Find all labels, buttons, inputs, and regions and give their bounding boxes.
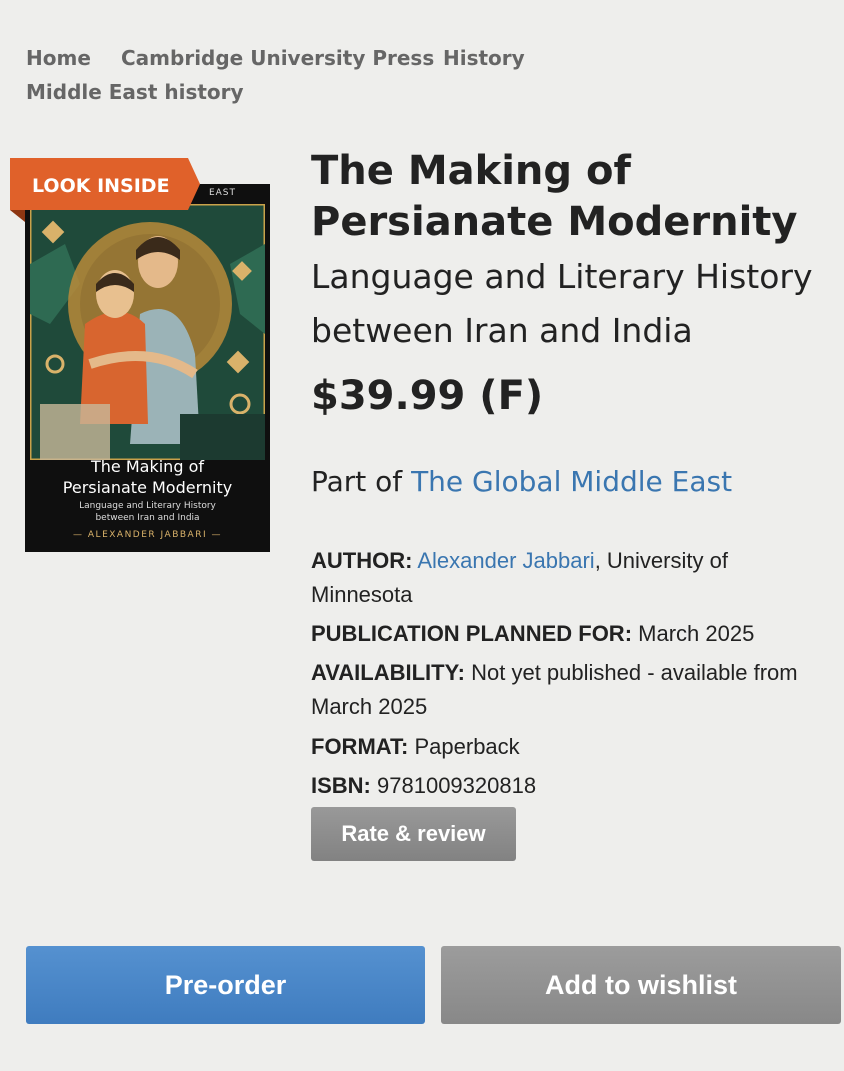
author-affiliation: , University of [594,548,728,573]
add-to-wishlist-button[interactable]: Add to wishlist [441,946,841,1024]
availability-value-2: March 2025 [311,694,428,719]
format-value: Paperback [414,734,520,759]
cover-title: The Making of Persianate Modernity [25,456,270,498]
cover-artwork [30,204,265,460]
breadcrumb-home[interactable]: Home [26,46,91,70]
pre-order-button[interactable]: Pre-order [26,946,425,1024]
availability-detail: AVAILABILITY: Not yet published - availa… [311,656,831,724]
breadcrumb-middle-east-history[interactable]: Middle East history [26,80,244,104]
isbn-label: ISBN: [311,773,371,798]
book-cover[interactable]: EAST The Making of Persianate Modernity … [25,184,270,552]
subtitle-line-1: Language and Literary History [311,257,813,296]
publication-label: PUBLICATION PLANNED FOR: [311,621,633,646]
cover-title-line-1: The Making of [91,457,204,476]
look-inside-label: LOOK INSIDE [32,175,170,197]
format-detail: FORMAT: Paperback [311,730,831,764]
cover-image[interactable]: EAST The Making of Persianate Modernity … [25,184,270,552]
cover-title-line-2: Persianate Modernity [62,478,233,497]
title-line-1: The Making of [311,148,631,194]
publication-value: March 2025 [638,621,755,646]
look-inside-button[interactable]: LOOK INSIDE [10,158,200,222]
cover-subtitle-line-2: between Iran and India [95,513,200,523]
format-label: FORMAT: [311,734,409,759]
isbn-detail: ISBN: 9781009320818 [311,769,831,803]
availability-label: AVAILABILITY: [311,660,465,685]
cover-series-tag: EAST [208,188,236,198]
page-title: The Making of Persianate Modernity [311,146,831,248]
breadcrumb-history[interactable]: History [443,46,525,70]
title-line-2: Persianate Modernity [311,199,798,245]
series-prefix: Part of [311,465,412,498]
breadcrumb-cambridge-university-press[interactable]: Cambridge University Press [121,46,434,70]
author-link[interactable]: Alexander Jabbari [417,548,594,573]
rate-review-button[interactable]: Rate & review [311,807,516,861]
author-label: AUTHOR: [311,548,413,573]
isbn-value: 9781009320818 [377,773,537,798]
cover-subtitle: Language and Literary History between Ir… [25,500,270,524]
availability-value: Not yet published - available from [471,660,798,685]
author-affiliation-2: Minnesota [311,582,413,607]
subtitle-line-2: between Iran and India [311,311,693,350]
cover-subtitle-line-1: Language and Literary History [79,501,216,511]
book-subtitle: Language and Literary History between Ir… [311,250,831,358]
publication-detail: PUBLICATION PLANNED FOR: March 2025 [311,617,831,651]
series-link[interactable]: The Global Middle East [411,465,732,498]
cover-author: — ALEXANDER JABBARI — [73,530,222,540]
book-price: $39.99 (F) [311,373,544,419]
series-line: Part of The Global Middle East [311,462,732,502]
author-detail: AUTHOR: Alexander Jabbari, University of… [311,544,831,612]
